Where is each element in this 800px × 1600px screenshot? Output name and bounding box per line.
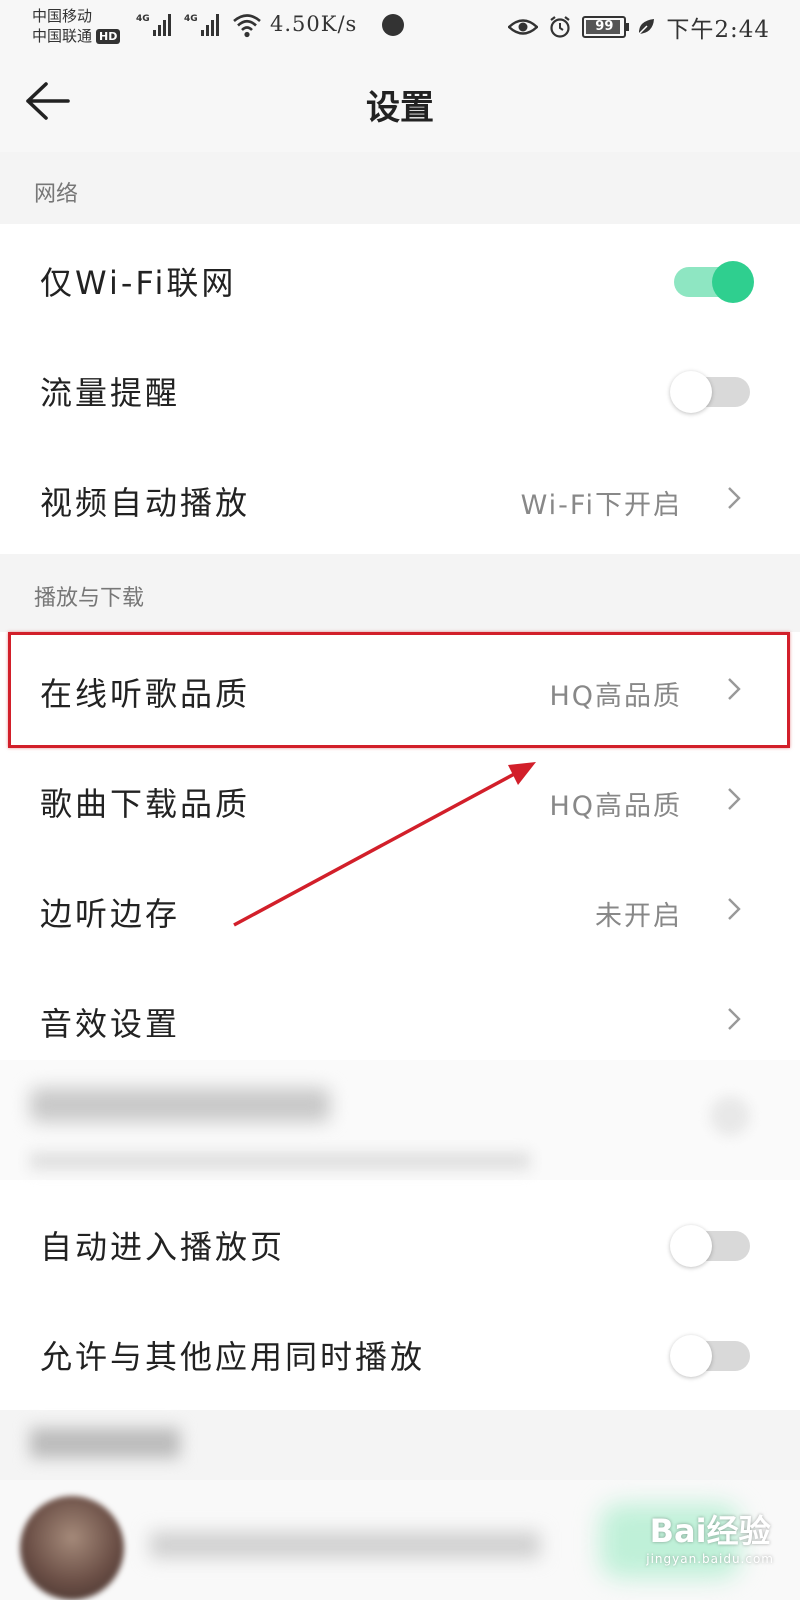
status-right: 99 下午2:44: [508, 10, 770, 44]
setting-row-video-autoplay[interactable]: 视频自动播放 Wi-Fi下开启: [0, 444, 800, 554]
battery-icon: 99: [582, 16, 630, 38]
section-title-playback: 播放与下载: [34, 586, 145, 611]
blurred-section-header: [0, 1410, 800, 1480]
setting-row-wifi-only[interactable]: 仅Wi-Fi联网: [0, 224, 800, 334]
setting-label: 自动进入播放页: [40, 1228, 286, 1266]
setting-value: 未开启: [595, 901, 682, 932]
mix-with-others-toggle[interactable]: [670, 1335, 752, 1377]
globe-icon: [382, 14, 404, 36]
setting-row-cache-while-play[interactable]: 边听边存 未开启: [0, 855, 800, 965]
section-header-network: 网络: [0, 152, 800, 224]
data-reminder-toggle[interactable]: [670, 371, 752, 413]
alarm-icon: [550, 16, 571, 38]
chevron-right-icon: [728, 898, 741, 920]
setting-value: Wi-Fi下开启: [520, 490, 682, 521]
signal-1-icon: 4G: [136, 14, 171, 36]
top-header: 设置: [0, 50, 800, 152]
leaf-icon: [638, 19, 655, 35]
player-avatar: [20, 1496, 124, 1600]
setting-label: 仅Wi-Fi联网: [40, 264, 237, 302]
battery-level: 99: [595, 19, 614, 34]
status-bar: 中国移动 中国联通 HD 4G 4G 4.50K/s 99 下午2:44: [0, 0, 800, 50]
setting-row-mix-with-others[interactable]: 允许与其他应用同时播放: [0, 1298, 800, 1408]
setting-label: 边听边存: [40, 895, 181, 933]
section-title-network: 网络: [34, 182, 79, 207]
network-type-1: 4G: [136, 14, 150, 24]
setting-row-auto-player-page[interactable]: 自动进入播放页: [0, 1188, 800, 1298]
setting-label: 允许与其他应用同时播放: [40, 1338, 426, 1376]
network-speed: 4.50K/s: [270, 12, 358, 36]
setting-value: HQ高品质: [549, 791, 682, 822]
setting-label: 音效设置: [40, 1005, 181, 1043]
setting-row-sound-effects[interactable]: 音效设置: [0, 965, 800, 1060]
network-type-2: 4G: [184, 14, 198, 24]
hd-badge: HD: [96, 29, 121, 44]
highlight-box: [8, 632, 790, 748]
clock-time: 下午2:44: [666, 17, 770, 43]
carrier-2: 中国联通: [32, 27, 93, 45]
player-track-info: [150, 1532, 540, 1558]
blurred-setting-row: [0, 1060, 800, 1180]
carrier-info: 中国移动 中国联通 HD: [32, 6, 121, 46]
carrier-1: 中国移动: [32, 7, 93, 25]
setting-label: 视频自动播放: [40, 484, 251, 522]
setting-label: 流量提醒: [40, 374, 181, 412]
watermark-logo: Bai经验 jingyan.baidu.com: [646, 1512, 774, 1566]
setting-row-data-reminder[interactable]: 流量提醒: [0, 334, 800, 444]
wifi-only-toggle[interactable]: [670, 261, 754, 303]
wifi-icon: [233, 14, 261, 38]
section-header-playback: 播放与下载: [0, 554, 800, 632]
setting-row-download-quality[interactable]: 歌曲下载品质 HQ高品质: [0, 745, 800, 855]
chevron-right-icon: [728, 1008, 741, 1030]
chevron-right-icon: [728, 788, 741, 810]
auto-player-page-toggle[interactable]: [670, 1225, 752, 1267]
signal-2-icon: 4G: [184, 14, 219, 36]
page-title: 设置: [366, 88, 434, 128]
chevron-right-icon: [728, 487, 741, 509]
setting-label: 歌曲下载品质: [40, 785, 251, 823]
eye-comfort-icon: [508, 19, 539, 35]
